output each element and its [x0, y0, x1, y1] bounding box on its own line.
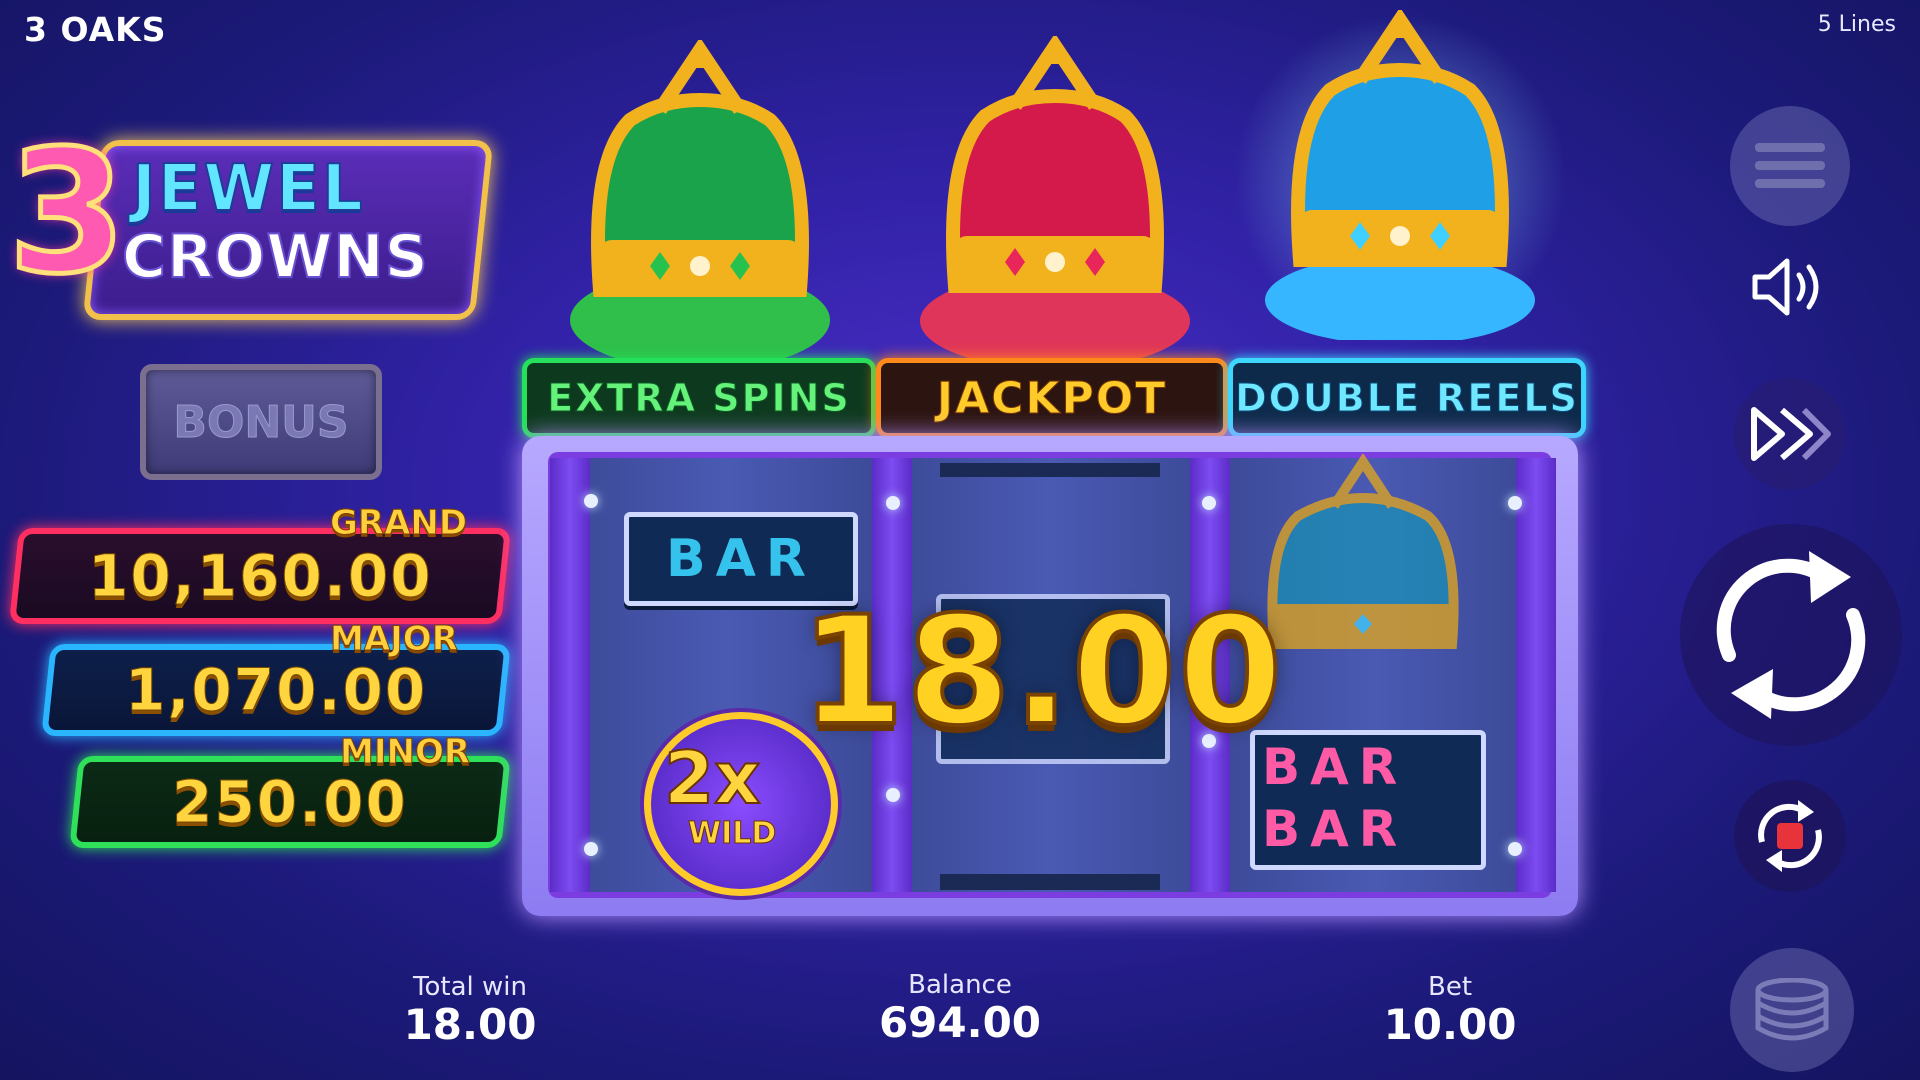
wild-label: WILD [687, 816, 777, 852]
minor-jackpot-label: MINOR [339, 732, 471, 773]
bet-value: 10.00 [1383, 1000, 1517, 1049]
wild-multiplier: 2x [663, 735, 762, 821]
balance-label: Balance [908, 970, 1012, 1000]
partial-bar-symbol [940, 874, 1160, 890]
turbo-button[interactable] [1734, 378, 1846, 490]
bonus-button[interactable]: BONUS [140, 364, 382, 480]
extra-spins-plaque: EXTRA SPINS [522, 358, 876, 438]
win-amount: 18.00 [798, 583, 1285, 761]
major-jackpot-label: MAJOR [330, 619, 459, 660]
sound-icon [1752, 258, 1819, 316]
light-bulb [886, 788, 900, 802]
minor-jackpot-value: 250.00 [172, 768, 409, 837]
reel-divider [550, 458, 590, 892]
light-bulb [1202, 496, 1216, 510]
balance-value: 694.00 [878, 998, 1042, 1047]
major-jackpot-value: 1,070.00 [124, 656, 428, 725]
bet-stat: Bet 10.00 [1350, 972, 1550, 1049]
game-logo-line2: CROWNS [121, 221, 429, 293]
menu-button[interactable] [1730, 106, 1850, 226]
grand-jackpot-value: 10,160.00 [87, 542, 433, 611]
game-logo-digit: 3 [5, 114, 128, 312]
partial-bar-symbol [940, 463, 1160, 477]
fast-forward-icon [1751, 407, 1831, 461]
green-crown-icon [570, 40, 830, 370]
spin-icon [1716, 551, 1866, 719]
light-bulb [1508, 496, 1522, 510]
spin-button[interactable] [1680, 524, 1902, 746]
double-bar-label-bottom: BAR [1262, 800, 1408, 858]
bet-settings-button[interactable] [1730, 948, 1854, 1072]
coins-icon [1755, 978, 1829, 1041]
grand-jackpot-label: GRAND [329, 503, 468, 544]
autoplay-stop-icon [1758, 800, 1822, 872]
game-logo-line1: JEWEL [131, 151, 365, 227]
blue-crown-icon [1265, 10, 1535, 340]
jackpot-plaque: JACKPOT [876, 358, 1228, 438]
total-win-label: Total win [413, 972, 527, 1002]
autoplay-stop-button[interactable] [1734, 780, 1846, 892]
total-win-stat: Total win 18.00 [370, 972, 570, 1049]
provider-logo: 3 OAKS [24, 10, 167, 49]
red-crown-icon [920, 36, 1190, 366]
light-bulb [886, 496, 900, 510]
balance-stat: Balance 694.00 [860, 970, 1060, 1047]
light-bulb [584, 494, 598, 508]
reel-divider [1516, 458, 1556, 892]
double-reels-plaque: DOUBLE REELS [1228, 358, 1586, 438]
light-bulb [1508, 842, 1522, 856]
light-bulb [584, 842, 598, 856]
lines-count: 5 Lines [1817, 12, 1896, 37]
bet-label: Bet [1427, 972, 1473, 1002]
sound-button[interactable] [1734, 232, 1844, 342]
menu-icon [1755, 143, 1825, 188]
total-win-value: 18.00 [403, 1000, 537, 1049]
